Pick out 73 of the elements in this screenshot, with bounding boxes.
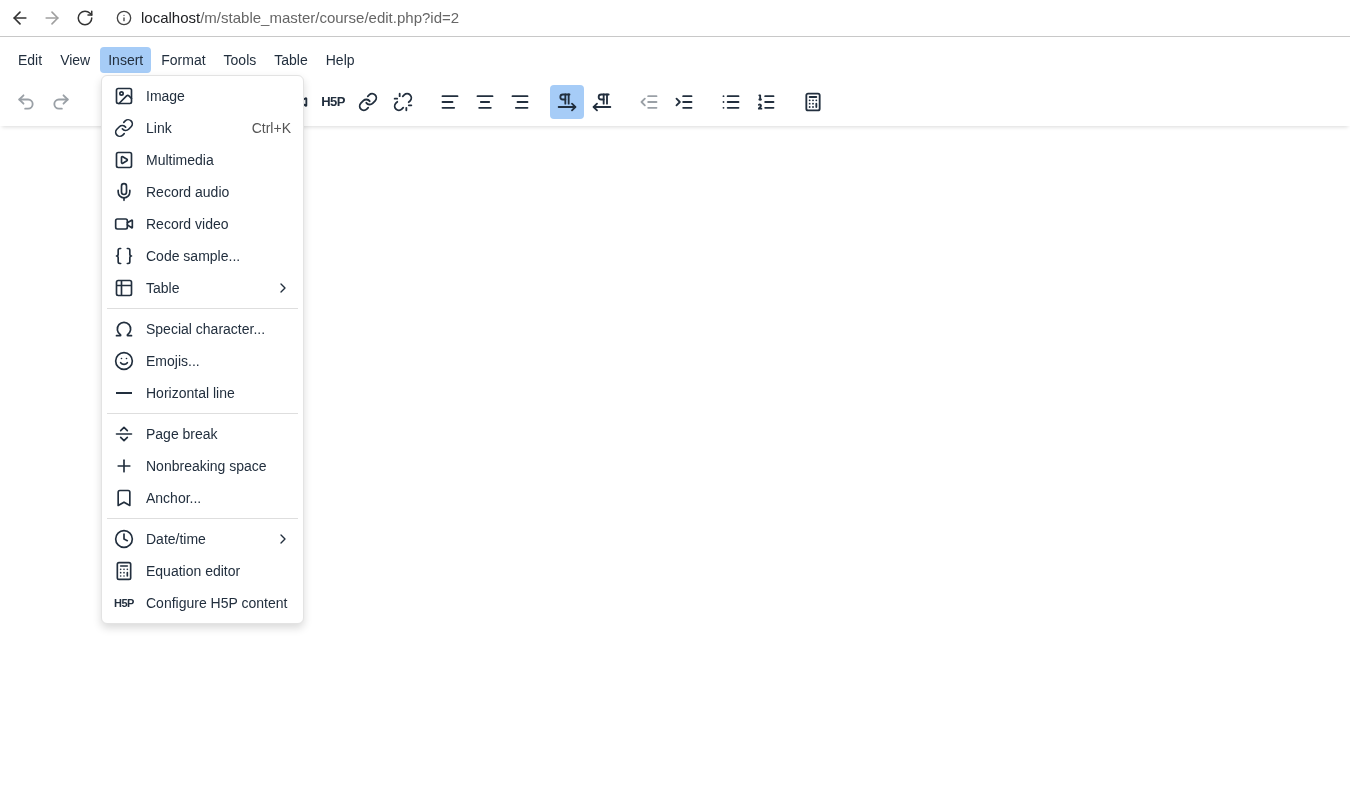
braces-icon [114, 246, 134, 266]
clock-icon [114, 529, 134, 549]
toolbar-button[interactable]: H5P [316, 85, 350, 119]
indent-icon [674, 92, 694, 112]
menu-item-label: Record video [146, 214, 229, 234]
menu-item-label: Anchor... [146, 488, 202, 508]
menu-item[interactable]: Image [107, 80, 298, 112]
menu-item[interactable]: Date/time [107, 523, 298, 555]
menu-tab[interactable]: Tools [215, 47, 265, 73]
info-icon [116, 10, 132, 26]
redo-icon [51, 92, 71, 112]
pilcrow-left-icon [592, 92, 612, 112]
menu-item[interactable]: H5P Configure H5P content [107, 587, 298, 619]
menu-tab[interactable]: Help [317, 47, 363, 73]
table-icon [114, 278, 134, 298]
h5p-logo: H5P [114, 595, 134, 611]
menu-item-label: Page break [146, 424, 218, 444]
menu-item[interactable]: Record video [107, 208, 298, 240]
smiley-icon [114, 351, 134, 371]
undo-icon [16, 92, 36, 112]
menu-item-label: Multimedia [146, 150, 214, 170]
align-left-icon [440, 92, 460, 112]
menu-tab[interactable]: Table [266, 47, 316, 73]
menu-item[interactable]: Page break [107, 418, 298, 450]
menu-item[interactable]: Nonbreaking space [107, 450, 298, 482]
menu-item[interactable]: Record audio [107, 176, 298, 208]
toolbar-button[interactable] [550, 85, 584, 119]
image-icon [114, 86, 134, 106]
menu-item-label: Special character... [146, 319, 266, 339]
shortcut-text: Ctrl+K [251, 118, 291, 138]
bookmark-icon [114, 488, 134, 508]
align-center-icon [475, 92, 495, 112]
menu-item[interactable]: Emojis... [107, 345, 298, 377]
menu-item[interactable]: Table [107, 272, 298, 304]
url-text: localhost/m/stable_master/course/edit.php?id=2 [141, 7, 460, 28]
menu-item-label: Link [146, 118, 172, 138]
menu-tab[interactable]: View [52, 47, 99, 73]
menu-item[interactable]: Horizontal line [107, 377, 298, 409]
menu-item-label: Table [146, 278, 180, 298]
menu-item-label: Record audio [146, 182, 230, 202]
menu-item-label: Code sample... [146, 246, 241, 266]
pilcrow-right-icon [557, 92, 577, 112]
menu-item-label: Equation editor [146, 561, 241, 581]
page-break-icon [114, 424, 134, 444]
align-right-icon [510, 92, 530, 112]
reload-icon[interactable] [76, 9, 94, 27]
link-icon [358, 92, 378, 112]
link-icon [114, 118, 134, 138]
microphone-icon [114, 182, 134, 202]
horizontal-line-icon [116, 392, 132, 394]
menu-item-label: Image [146, 86, 185, 106]
broken-link-icon [393, 92, 413, 112]
menu-item-label: Nonbreaking space [146, 456, 267, 476]
bullet-list-icon [721, 92, 741, 112]
menu-item-label: Date/time [146, 529, 206, 549]
menu-item[interactable]: Equation editor [107, 555, 298, 587]
menu-item[interactable]: Anchor... [107, 482, 298, 514]
numbered-list-icon [756, 92, 776, 112]
menu-item-label: Horizontal line [146, 383, 235, 403]
outdent-icon [639, 92, 659, 112]
menu-tab[interactable]: Edit [10, 47, 51, 73]
calculator-icon [803, 92, 823, 112]
omega-icon [114, 319, 134, 339]
menu-item[interactable]: Multimedia [107, 144, 298, 176]
menu-item-label: Emojis... [146, 351, 200, 371]
menu-tab[interactable]: Format [153, 47, 214, 73]
menu-item-label: Configure H5P content [146, 593, 288, 613]
calculator-icon [114, 561, 134, 581]
menu-item[interactable]: Link Ctrl+K [107, 112, 298, 144]
play-square-icon [114, 150, 134, 170]
menu-item[interactable]: Special character... [107, 313, 298, 345]
menu-item[interactable]: Code sample... [107, 240, 298, 272]
menu-tab[interactable]: Insert [100, 47, 152, 73]
